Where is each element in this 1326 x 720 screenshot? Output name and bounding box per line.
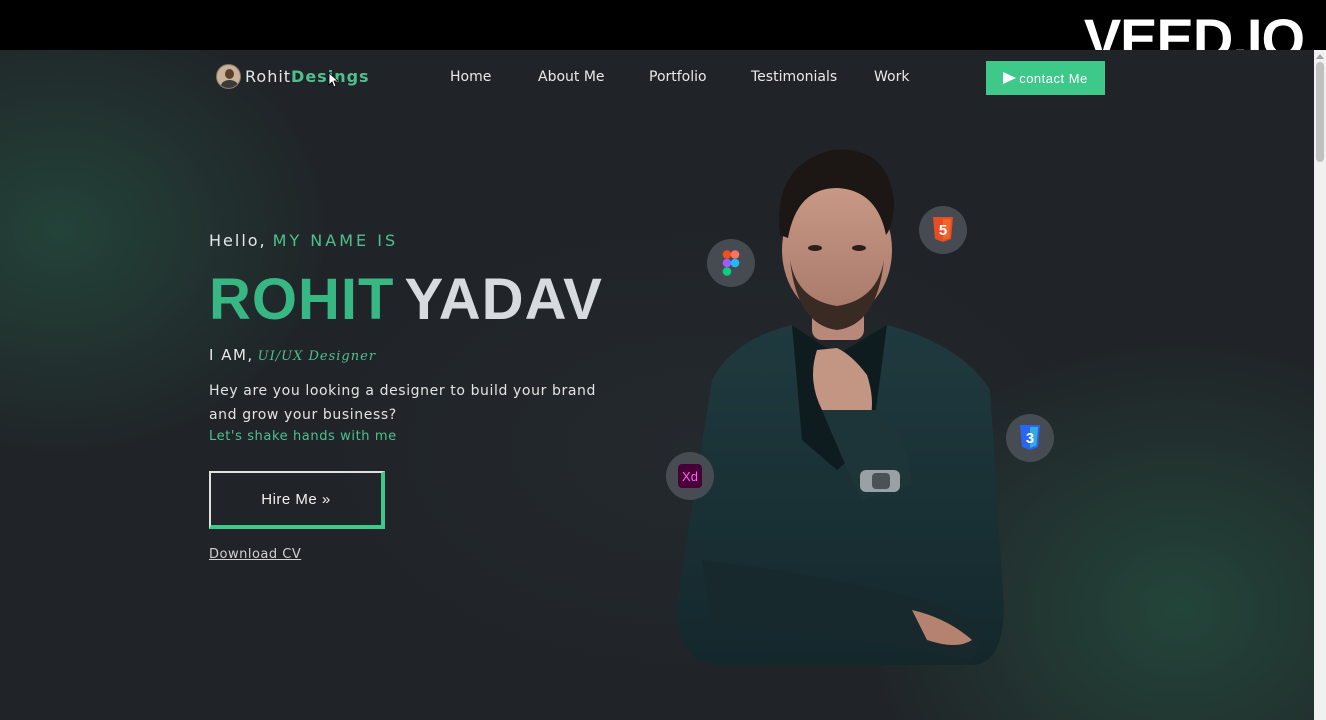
hero-role-line: I AM, UI/UX Designer (209, 346, 376, 364)
hero-greeting: Hello, MY NAME IS (209, 231, 398, 250)
page-scrollbar[interactable] (1314, 50, 1326, 720)
brand-name: RohitDesings (245, 67, 370, 86)
role-title: UI/UX Designer (257, 349, 377, 364)
download-cv-link[interactable]: Download CV (209, 547, 301, 562)
scroll-up-arrow-icon[interactable] (1316, 54, 1324, 59)
nav-testimonials[interactable]: Testimonials (751, 69, 837, 85)
contact-me-label: contact Me (1019, 70, 1088, 86)
nav-portfolio[interactable]: Portfolio (649, 69, 707, 85)
greeting-accent: MY NAME IS (272, 231, 399, 250)
css3-label: 3 (1026, 430, 1034, 447)
contact-me-button[interactable]: contact Me (986, 61, 1105, 95)
iam-prefix: I AM, (209, 346, 254, 364)
figma-badge (707, 239, 755, 287)
hero-tagline: Let's shake hands with me (209, 429, 397, 444)
video-watermark-bar: VEED.IO (0, 0, 1326, 70)
html5-icon: 5 (933, 217, 953, 242)
send-icon (1003, 72, 1017, 84)
scrollbar-thumb[interactable] (1316, 62, 1324, 162)
brand-logo[interactable]: RohitDesings (216, 63, 370, 89)
adobe-xd-icon: Xd (678, 464, 702, 488)
avatar (216, 63, 241, 89)
hire-me-button[interactable]: Hire Me » (209, 471, 385, 529)
first-name: ROHIT (209, 267, 395, 332)
hero-description: Hey are you looking a designer to build … (209, 383, 596, 423)
brand-name-part1: Rohit (245, 66, 292, 86)
nav-about-me[interactable]: About Me (538, 69, 605, 85)
adobe-xd-label: Xd (682, 469, 698, 484)
nav-home[interactable]: Home (450, 69, 491, 85)
css3-icon: 3 (1020, 425, 1040, 450)
css3-badge: 3 (1006, 414, 1054, 462)
hero-name: ROHIT YADAV (209, 270, 603, 330)
adobe-xd-badge: Xd (666, 452, 714, 500)
nav-work[interactable]: Work (874, 69, 909, 85)
last-name: YADAV (404, 267, 603, 332)
html5-label: 5 (939, 222, 947, 239)
figma-icon (722, 250, 740, 276)
greeting-text: Hello, (209, 231, 267, 250)
portfolio-page: RohitDesings Home About Me Portfolio Tes… (0, 50, 1314, 720)
html5-badge: 5 (919, 206, 967, 254)
mouse-cursor-icon (328, 72, 338, 88)
